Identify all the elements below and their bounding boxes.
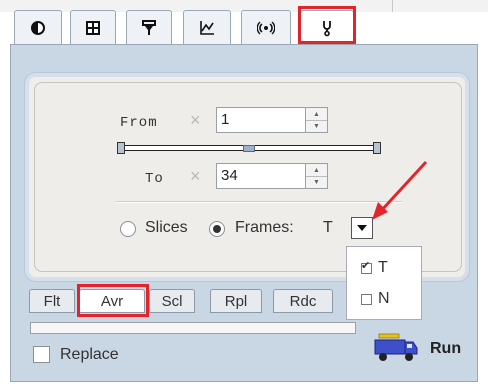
from-times-symbol: × (190, 110, 201, 130)
tab-chart[interactable] (183, 10, 231, 44)
frames-label: Frames: (235, 219, 294, 236)
caret-down-icon (357, 225, 367, 231)
to-times-symbol: × (190, 166, 201, 186)
slices-label: Slices (145, 219, 188, 236)
tab-rdc[interactable]: Rdc (273, 289, 333, 313)
to-label: To (145, 171, 164, 187)
highlight-tab-box (298, 6, 356, 44)
run-truck-icon[interactable] (371, 332, 419, 364)
from-input[interactable]: 1 (216, 107, 306, 133)
to-input[interactable]: 34 (216, 163, 306, 189)
highlight-avr-box (77, 284, 149, 317)
tab-scl[interactable]: Scl (149, 289, 195, 313)
tab-flt[interactable]: Flt (29, 289, 75, 313)
dimension-dropdown-menu: T N (346, 246, 422, 320)
from-spinner[interactable]: ▲ ▼ (306, 107, 328, 133)
tab-contrast[interactable] (14, 10, 62, 44)
grid-icon (86, 20, 100, 35)
frames-radio[interactable] (209, 221, 225, 237)
progress-bar (30, 322, 356, 334)
run-button[interactable]: Run (430, 340, 461, 358)
tab-filter[interactable] (126, 10, 172, 44)
from-down-arrow-icon[interactable]: ▼ (306, 120, 327, 132)
menu-item-t[interactable]: T (361, 259, 388, 277)
slider-center-thumb[interactable] (243, 145, 255, 152)
menu-item-t-label: T (378, 259, 388, 276)
menu-item-n-label: N (378, 290, 390, 307)
contrast-icon (31, 20, 45, 35)
replace-checkbox[interactable] (33, 346, 50, 363)
slices-radio[interactable] (120, 221, 136, 237)
replace-label: Replace (60, 346, 119, 363)
tab-rpl[interactable]: Rpl (210, 289, 262, 313)
from-label: From (120, 115, 158, 131)
top-divider (392, 0, 393, 12)
tab-grid[interactable] (70, 10, 116, 44)
slider-left-handle[interactable] (117, 142, 125, 154)
dimension-value: T (323, 219, 333, 236)
slider-right-handle[interactable] (373, 142, 381, 154)
menu-item-n[interactable]: N (361, 290, 390, 308)
to-down-arrow-icon[interactable]: ▼ (306, 176, 327, 188)
tab-signal[interactable] (241, 10, 291, 44)
checkbox-checked-icon (361, 259, 372, 274)
filter-icon (142, 19, 156, 35)
chart-icon (200, 20, 214, 35)
signal-icon (257, 20, 275, 35)
to-spinner[interactable]: ▲ ▼ (306, 163, 328, 189)
checkbox-unchecked-icon (361, 293, 372, 305)
separator (116, 201, 402, 203)
annotation-arrow-icon (372, 160, 428, 220)
